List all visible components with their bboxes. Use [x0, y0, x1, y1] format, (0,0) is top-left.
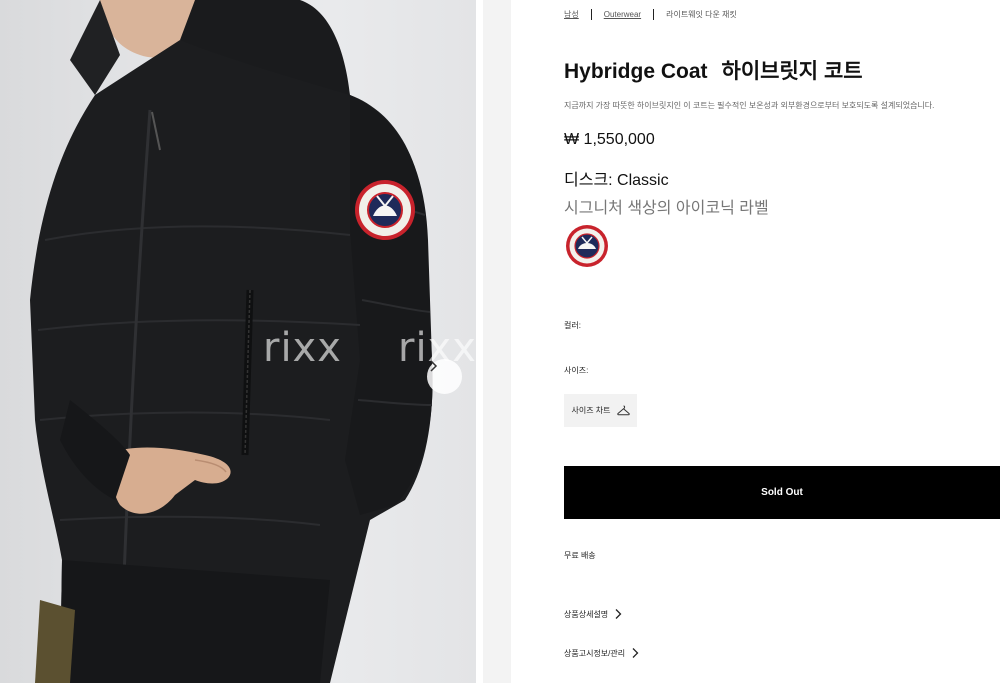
breadcrumb-separator [590, 9, 592, 20]
size-label: 사이즈: [564, 366, 589, 375]
accordion-label: 상품상세설명 [564, 609, 609, 619]
sold-out-button[interactable]: Sold Out [564, 466, 1000, 519]
chevron-right-icon [632, 648, 639, 658]
size-chart-label: 사이즈 차트 [571, 406, 611, 415]
next-image-button[interactable] [427, 359, 462, 394]
product-title: Hybridge Coat 하이브릿지 코트 [564, 55, 863, 85]
canada-goose-badge-icon [566, 225, 608, 267]
disk-option: 디스크: Classic [564, 172, 669, 189]
breadcrumb: 남성 Outerwear 라이트웨잇 다운 재킷 [564, 9, 737, 20]
label-description: 시그니처 색상의 아이코닉 라벨 [564, 200, 769, 217]
product-description: 지금까지 가장 따뜻한 하이브릿지인 이 코트는 필수적인 보온성과 외부환경으… [564, 101, 935, 110]
accordion-product-details[interactable]: 상품상세설명 [564, 608, 622, 620]
accordion-product-notice[interactable]: 상품고시정보/관리 [564, 647, 639, 659]
size-chart-button[interactable]: 사이즈 차트 [564, 394, 637, 427]
divider [483, 0, 511, 683]
color-label: 컬러: [564, 321, 581, 330]
product-title-en: Hybridge Coat [564, 60, 708, 83]
disk-swatch-classic[interactable] [565, 224, 609, 268]
product-price: ₩ 1,550,000 [564, 131, 655, 148]
watermark-text: rixx [263, 325, 342, 371]
free-shipping-text: 무료 배송 [564, 551, 596, 560]
breadcrumb-separator [653, 9, 655, 20]
breadcrumb-current: 라이트웨잇 다운 재킷 [666, 10, 737, 19]
divider [476, 0, 483, 683]
breadcrumb-link-outerwear[interactable]: Outerwear [604, 10, 641, 19]
chevron-right-icon [615, 609, 622, 619]
chevron-right-icon [430, 360, 438, 372]
accordion-label: 상품고시정보/관리 [564, 648, 626, 658]
product-title-kr: 하이브릿지 코트 [721, 60, 863, 83]
product-image-gallery: rixx rixx [0, 0, 476, 683]
breadcrumb-link-men[interactable]: 남성 [564, 9, 579, 20]
hanger-icon [616, 405, 630, 416]
product-details: 남성 Outerwear 라이트웨잇 다운 재킷 Hybridge Coat 하이… [564, 0, 1000, 683]
